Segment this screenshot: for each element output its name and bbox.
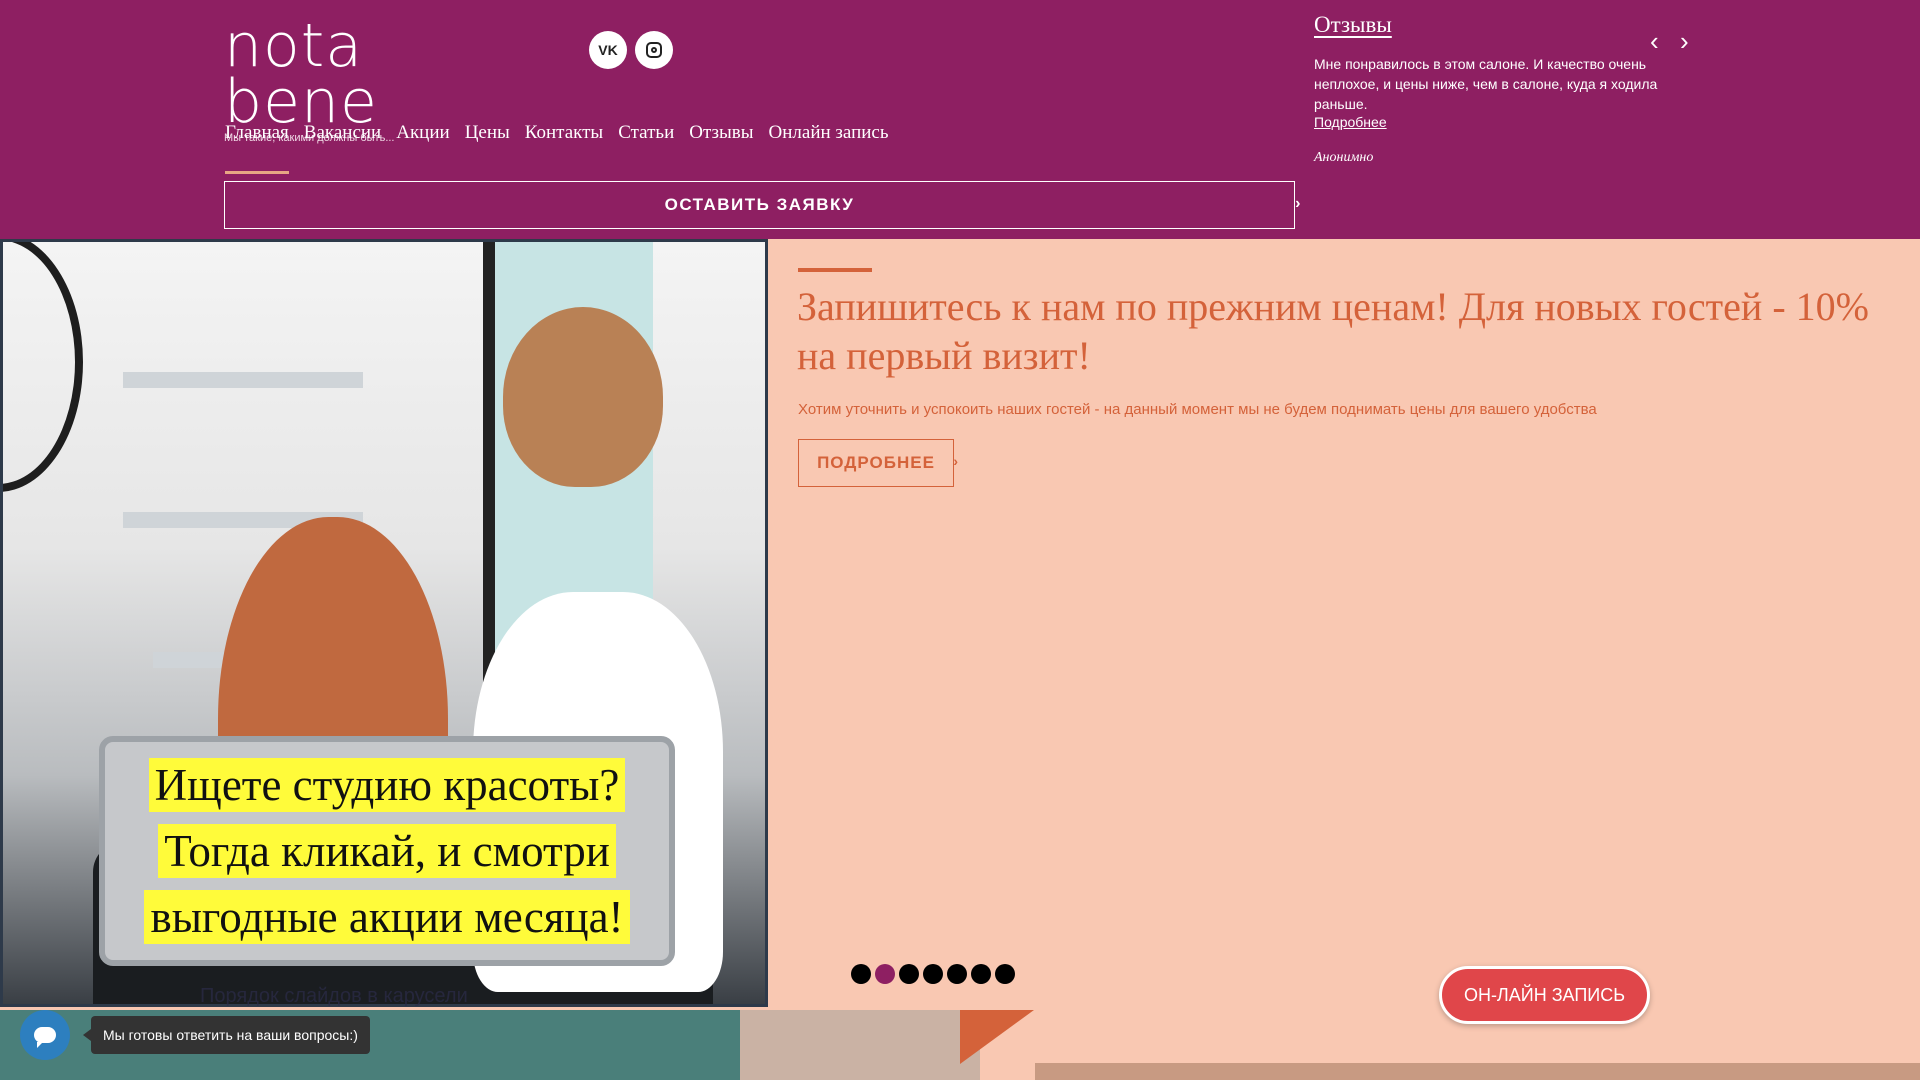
vk-button[interactable]: VK	[589, 31, 627, 69]
nav-item-online-booking[interactable]: Онлайн запись	[769, 122, 889, 174]
review-more-link[interactable]: Подробнее	[1314, 114, 1387, 130]
chevron-right-icon: ›	[953, 453, 959, 469]
chevron-right-icon: ›	[1295, 195, 1302, 212]
review-text: Мне понравилось в этом салоне. И качеств…	[1314, 56, 1658, 112]
logo-wordmark: nota bene	[224, 11, 378, 137]
carousel-dot-active[interactable]	[875, 964, 895, 984]
carousel-dot[interactable]	[899, 964, 919, 984]
leave-request-label: ОСТАВИТЬ ЗАЯВКУ	[664, 195, 855, 214]
nav-item-vacancies[interactable]: Вакансии	[304, 122, 381, 174]
shelf	[123, 372, 363, 388]
reviews-title[interactable]: Отзывы	[1314, 12, 1704, 38]
instagram-button[interactable]	[635, 31, 673, 69]
site-header: nota bene Мы такие, какими должны быть..…	[0, 0, 1920, 239]
reviews-next-button[interactable]: ›	[1680, 28, 1689, 54]
carousel-dot[interactable]	[923, 964, 943, 984]
main-nav: Главная Вакансии Акции Цены Контакты Ста…	[225, 122, 904, 174]
nav-item-articles[interactable]: Статьи	[618, 122, 674, 174]
carousel-dot[interactable]	[947, 964, 967, 984]
instagram-icon	[646, 42, 662, 58]
reviews-widget: Отзывы ‹ › Мне понравилось в этом салоне…	[1314, 12, 1704, 166]
hero-caption: Ищете студию красоты? Тогда кликай, и см…	[99, 736, 675, 966]
bottom-image-strip	[740, 1010, 980, 1080]
reviews-prev-button[interactable]: ‹	[1650, 28, 1659, 54]
promo-subtitle: Хотим уточнить и успокоить наших гостей …	[798, 401, 1597, 418]
promo-more-label: ПОДРОБНЕЕ	[817, 453, 935, 472]
hero-promo-image[interactable]: Ищете студию красоты? Тогда кликай, и см…	[0, 239, 768, 1007]
promo-title: Запишитесь к нам по прежним ценам! Для н…	[797, 284, 1869, 378]
promo-accent-line	[798, 268, 872, 272]
carousel-dot[interactable]	[971, 964, 991, 984]
review-author: Анонимно	[1314, 150, 1374, 165]
nav-item-promotions[interactable]: Акции	[396, 122, 449, 174]
decor-triangle	[960, 1010, 1034, 1064]
promo-more-button[interactable]: ПОДРОБНЕЕ ›	[798, 439, 958, 487]
carousel-dot[interactable]	[851, 964, 871, 984]
nav-item-prices[interactable]: Цены	[465, 122, 510, 174]
carousel-dots	[851, 964, 1015, 984]
caption-line: Ищете студию красоты?	[148, 758, 626, 812]
nav-item-contacts[interactable]: Контакты	[525, 122, 603, 174]
chat-button[interactable]	[20, 1010, 70, 1060]
nav-item-home[interactable]: Главная	[225, 122, 289, 174]
chat-tooltip: Мы готовы ответить на ваши вопросы:)	[83, 1016, 370, 1054]
leave-request-button[interactable]: ОСТАВИТЬ ЗАЯВКУ ›	[224, 181, 1301, 229]
stylist-hair	[503, 307, 663, 487]
vk-icon: VK	[598, 42, 618, 58]
caption-line: Тогда кликай, и смотри	[158, 824, 616, 878]
nav-item-reviews[interactable]: Отзывы	[689, 122, 753, 174]
carousel-dot[interactable]	[995, 964, 1015, 984]
caption-line: выгодные акции месяца!	[144, 890, 630, 944]
behind-text: Порядок слайдов в карусели	[200, 985, 468, 1007]
chat-bubbles-icon	[34, 1027, 56, 1048]
bottom-image-strip	[1035, 1063, 1920, 1080]
online-booking-button[interactable]: ОН-ЛАЙН ЗАПИСЬ	[1439, 966, 1650, 1024]
